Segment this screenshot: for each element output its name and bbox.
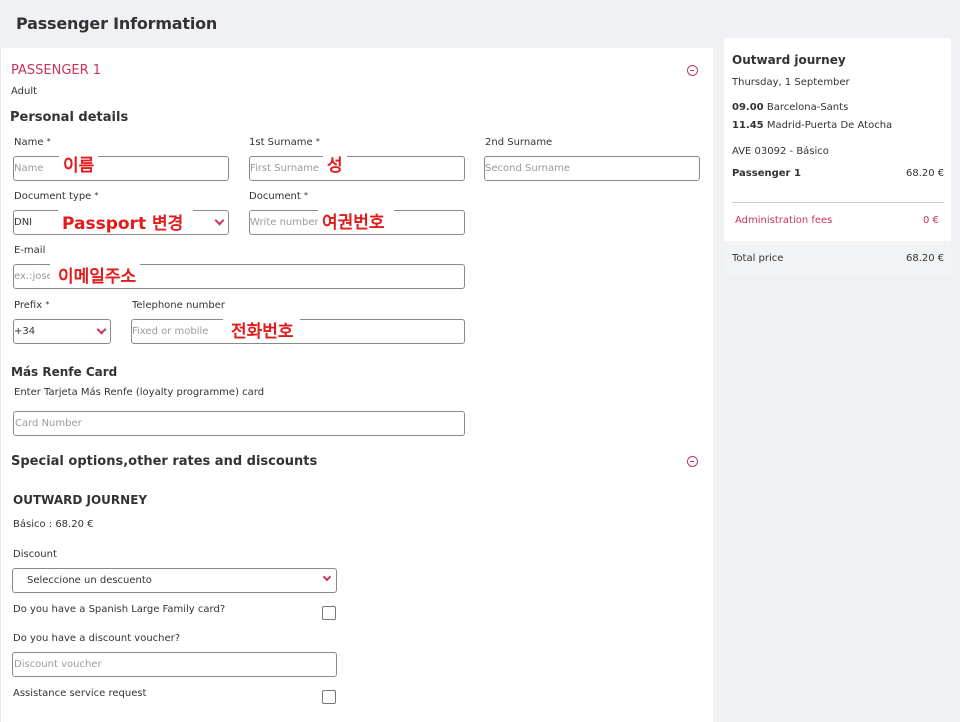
prefix-select[interactable]: +34: [13, 319, 111, 344]
email-label: E-mail: [14, 245, 46, 256]
phone-annotation: 전화번호: [223, 317, 300, 342]
chevron-down-icon: [96, 324, 107, 335]
passenger-type: Adult: [11, 86, 38, 97]
train-info: AVE 03092 - Básico: [732, 146, 829, 157]
discount-select[interactable]: Seleccione un descuento: [12, 568, 337, 593]
fees-label: Administration fees: [735, 215, 833, 226]
name-annotation: 이름: [59, 151, 99, 176]
personal-details-heading: Personal details: [10, 110, 129, 125]
page-header: Passenger Information: [0, 0, 713, 48]
first-surname-field[interactable]: First Surname: [249, 156, 465, 181]
page-title: Passenger Information: [16, 14, 218, 33]
email-annotation: 이메일주소: [50, 262, 141, 287]
card-number-field[interactable]: Card Number: [13, 411, 465, 436]
surname-annotation: 성: [323, 151, 347, 176]
assistance-label: Assistance service request: [13, 688, 147, 699]
fare-label: Básico : 68.20 €: [13, 519, 94, 530]
large-family-checkbox[interactable]: [322, 606, 336, 620]
document-label: Document *: [249, 191, 308, 202]
arrival-line: 11.45 Madrid-Puerta De Atocha: [732, 120, 893, 131]
special-options-heading: Special options,other rates and discount…: [11, 454, 318, 469]
doc-type-annotation: Passport 변경: [58, 209, 194, 234]
second-surname-field[interactable]: Second Surname: [484, 156, 700, 181]
journey-date: Thursday, 1 September: [732, 77, 850, 88]
assistance-checkbox[interactable]: [322, 690, 336, 704]
chevron-down-icon: [322, 572, 332, 582]
outward-journey-heading: OUTWARD JOURNEY: [13, 493, 148, 507]
fees-value: 0 €: [923, 215, 939, 226]
document-annotation: 여권번호: [318, 208, 394, 233]
summary-divider: [732, 202, 944, 203]
chevron-down-icon: [214, 215, 225, 226]
discount-voucher-field[interactable]: Discount voucher: [12, 652, 337, 677]
passenger-line-label: Passenger 1: [732, 168, 801, 179]
passenger-line-price: 68.20 €: [906, 168, 945, 179]
summary-title: Outward journey: [732, 53, 846, 67]
surname1-label: 1st Surname *: [249, 137, 320, 148]
surname2-label: 2nd Surname: [485, 137, 553, 148]
mas-renfe-heading: Más Renfe Card: [11, 365, 118, 379]
large-family-question: Do you have a Spanish Large Family card?: [13, 604, 226, 615]
collapse-passenger-icon[interactable]: [687, 65, 698, 76]
voucher-question: Do you have a discount voucher?: [13, 633, 181, 644]
discount-label: Discount: [13, 549, 57, 560]
prefix-label: Prefix *: [14, 300, 50, 311]
name-field[interactable]: Name: [13, 156, 229, 181]
total-value: 68.20 €: [906, 253, 945, 264]
total-label: Total price: [732, 253, 784, 264]
name-label: Name *: [14, 137, 51, 148]
departure-line: 09.00 Barcelona-Sants: [732, 102, 849, 113]
mas-renfe-description: Enter Tarjeta Más Renfe (loyalty program…: [14, 387, 265, 398]
passenger-label: PASSENGER 1: [11, 63, 102, 78]
phone-label: Telephone number: [132, 300, 225, 311]
doc-type-label: Document type *: [14, 191, 99, 202]
collapse-special-icon[interactable]: [687, 456, 698, 467]
